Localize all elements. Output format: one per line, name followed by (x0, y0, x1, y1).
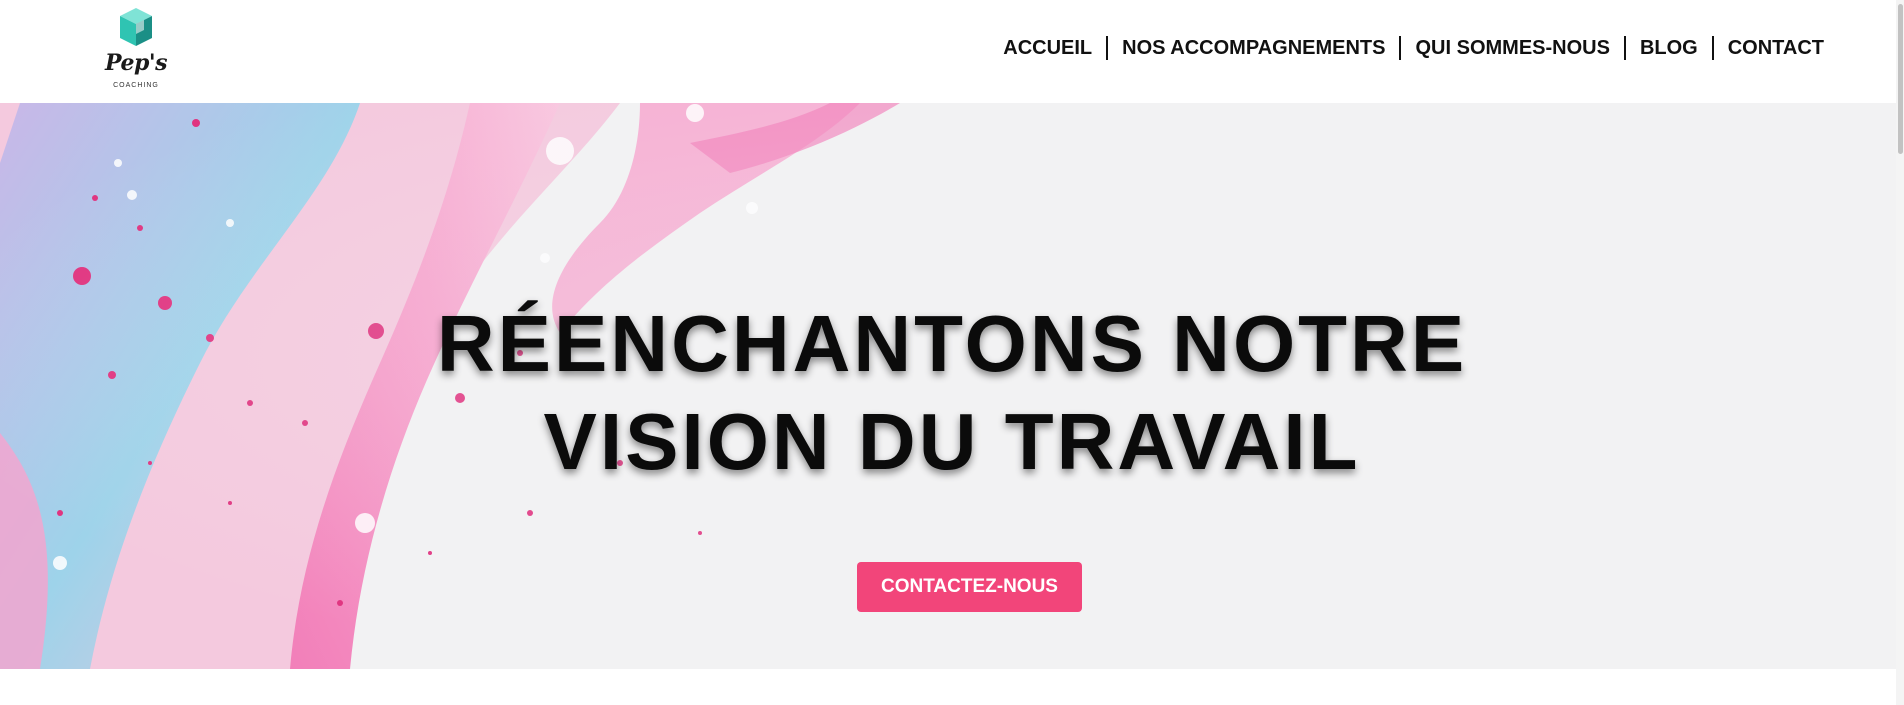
nav-item-nos-accompagnements[interactable]: NOS ACCOMPAGNEMENTS (1108, 36, 1399, 60)
nav-item-contact[interactable]: CONTACT (1714, 36, 1838, 60)
hero-title: RÉENCHANTONS NOTRE VISION DU TRAVAIL (352, 295, 1552, 491)
site-header: Pep's COACHING ACCUEIL NOS ACCOMPAGNEMEN… (0, 0, 1904, 103)
hero-title-line-1: RÉENCHANTONS NOTRE (436, 299, 1468, 388)
nav-item-blog[interactable]: BLOG (1626, 36, 1712, 60)
hero-title-line-2: VISION DU TRAVAIL (543, 397, 1361, 486)
brand-logo[interactable]: Pep's COACHING (100, 6, 172, 92)
main-navigation: ACCUEIL NOS ACCOMPAGNEMENTS QUI SOMMES-N… (989, 36, 1838, 60)
nav-item-qui-sommes-nous[interactable]: QUI SOMMES-NOUS (1401, 36, 1623, 60)
brand-name: Pep's (105, 50, 167, 76)
page-scrollbar[interactable] (1896, 0, 1904, 705)
cube-logo-icon (120, 8, 152, 46)
scrollbar-thumb[interactable] (1898, 4, 1903, 154)
contact-us-button[interactable]: CONTACTEZ-NOUS (857, 562, 1082, 612)
brand-tagline: COACHING (113, 82, 159, 89)
nav-item-accueil[interactable]: ACCUEIL (989, 36, 1106, 60)
hero-section: RÉENCHANTONS NOTRE VISION DU TRAVAIL CON… (0, 103, 1904, 669)
